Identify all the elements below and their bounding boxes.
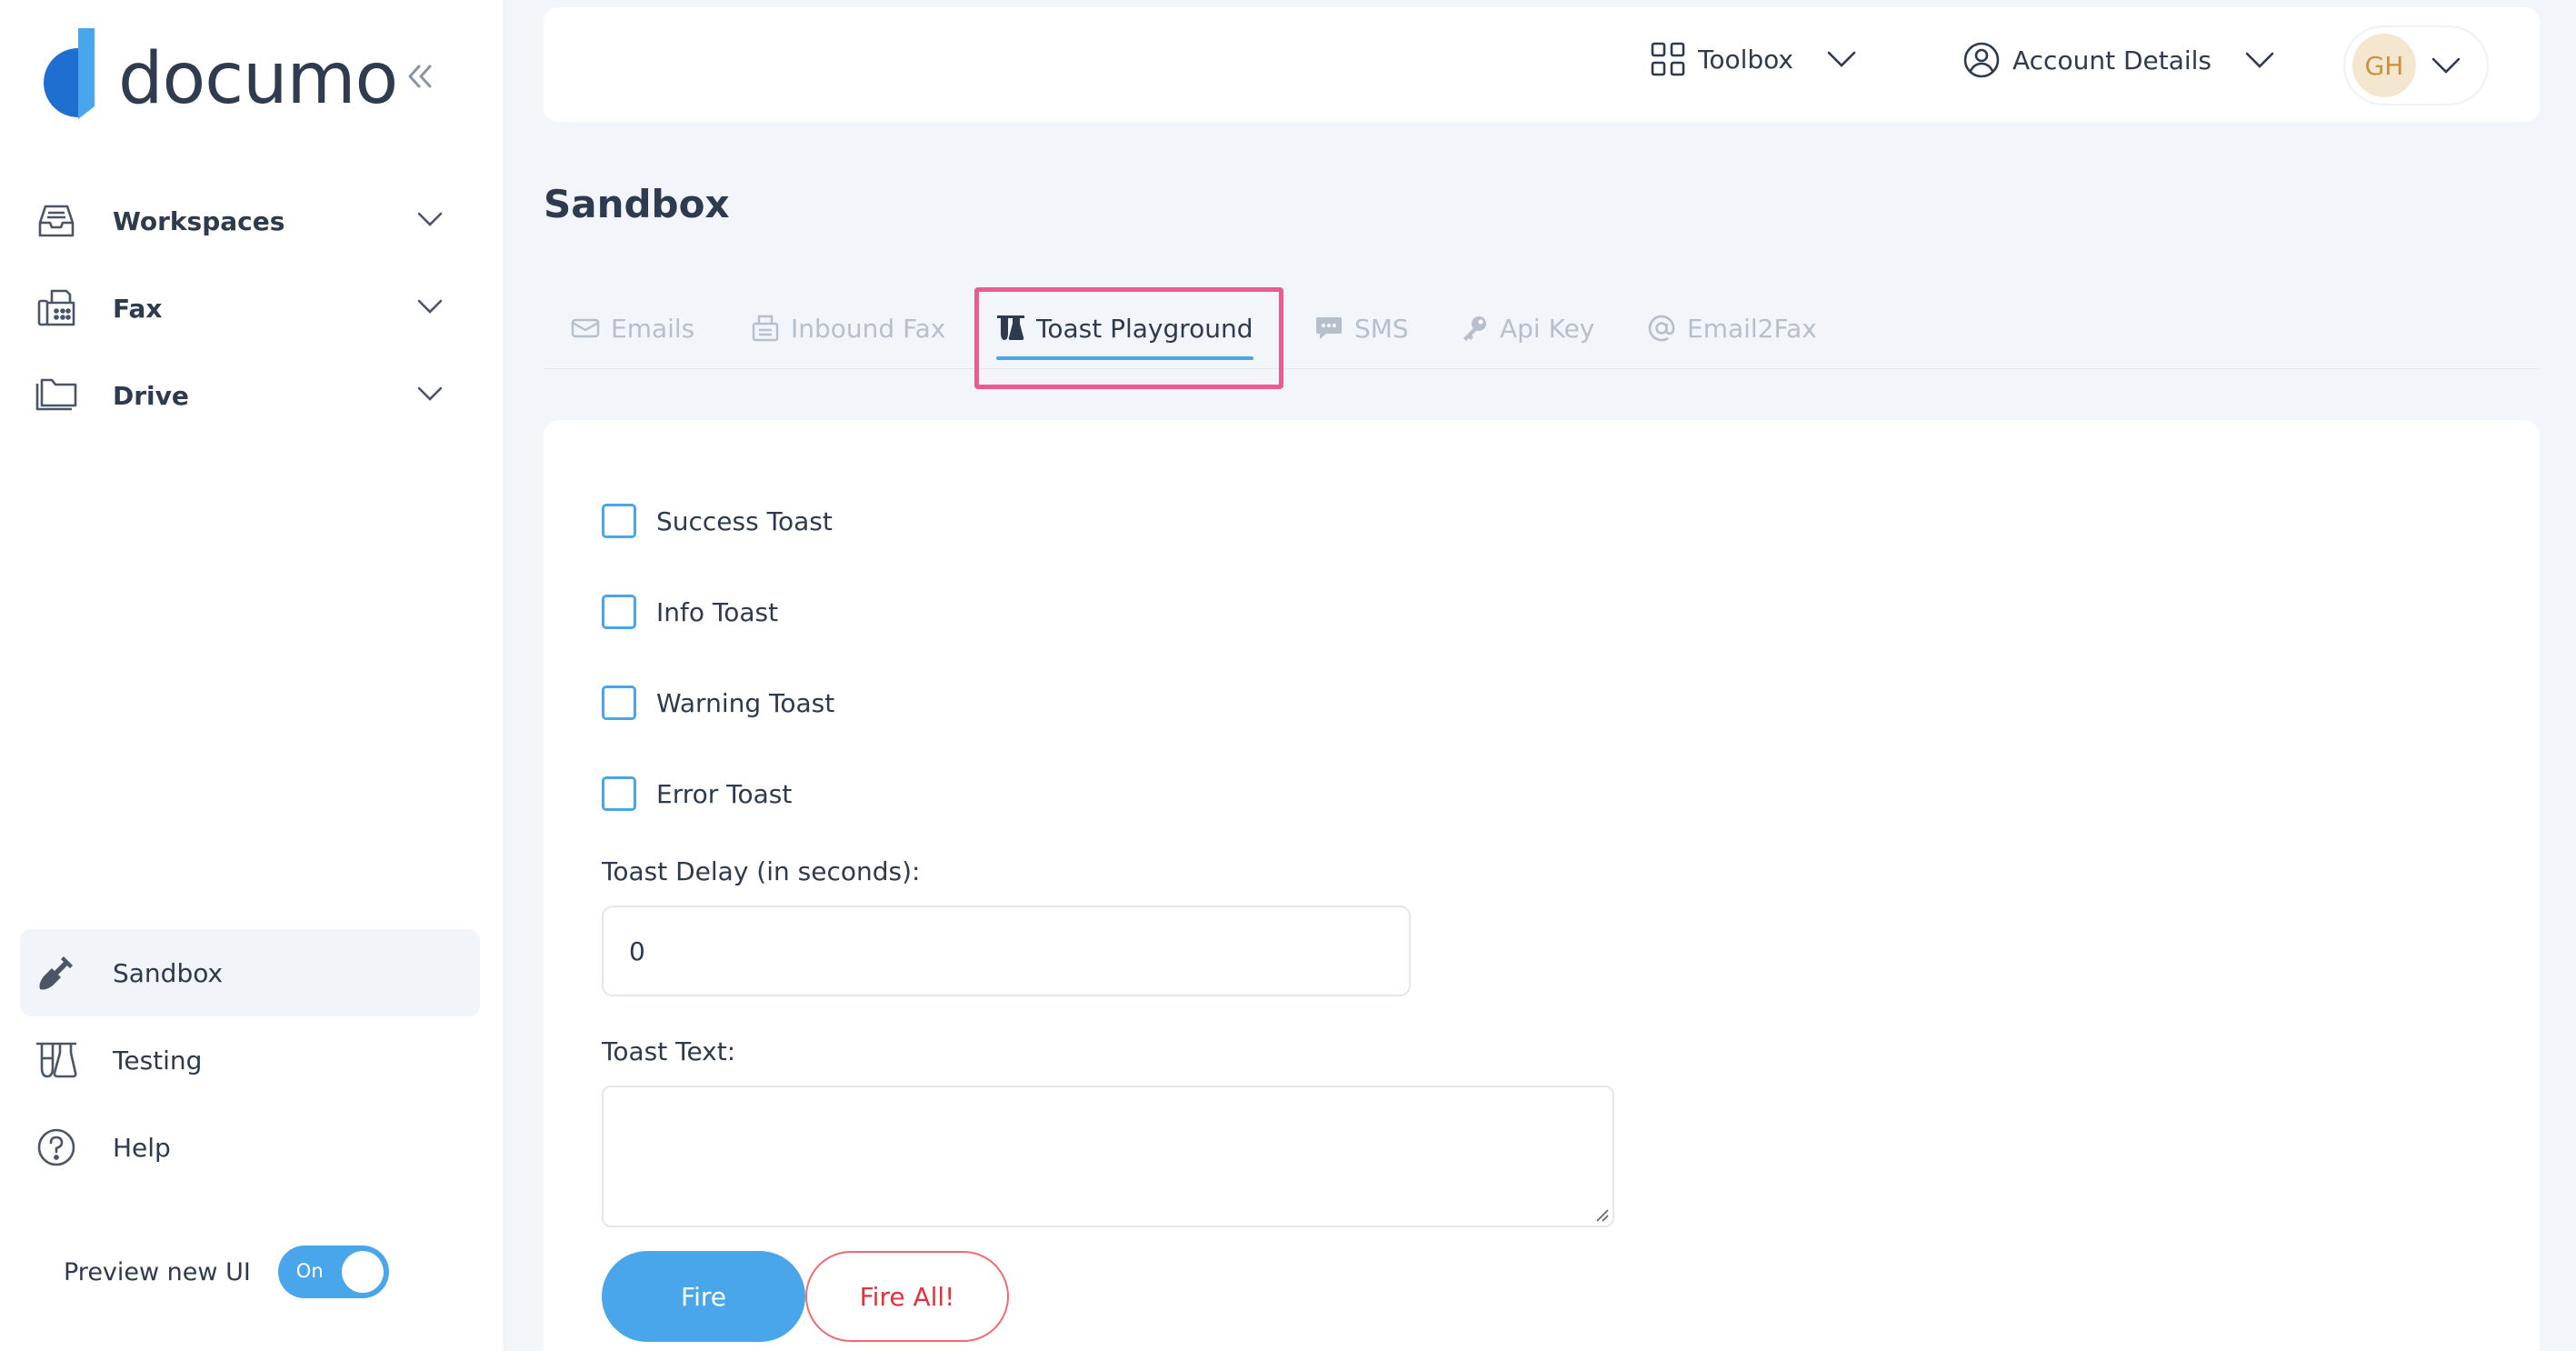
preview-new-ui: Preview new UI On bbox=[64, 1246, 389, 1298]
chevron-down-icon bbox=[417, 212, 443, 226]
active-tab-indicator bbox=[996, 356, 1253, 360]
chevron-down-icon bbox=[2245, 52, 2274, 68]
question-circle-icon bbox=[35, 1126, 78, 1169]
tab-label: Api Key bbox=[1500, 313, 1595, 344]
tab-inbound-fax[interactable]: Inbound Fax bbox=[751, 296, 945, 360]
preview-toggle[interactable]: On bbox=[277, 1246, 389, 1298]
toast-text-label: Toast Text: bbox=[602, 1036, 736, 1066]
key-icon bbox=[1460, 314, 1489, 343]
at-sign-icon bbox=[1647, 314, 1676, 343]
sidebar-item-testing[interactable]: Testing bbox=[20, 1016, 480, 1104]
checkbox[interactable] bbox=[602, 504, 636, 538]
checkbox[interactable] bbox=[602, 686, 636, 720]
collapse-sidebar-button[interactable] bbox=[400, 56, 440, 96]
brand-name: documo bbox=[118, 38, 398, 120]
chat-bubble-icon bbox=[1314, 314, 1343, 343]
checkbox[interactable] bbox=[602, 595, 636, 629]
toolbox-menu[interactable]: Toolbox bbox=[1651, 42, 1857, 76]
tab-label: Emails bbox=[611, 313, 695, 344]
sidebar-item-help[interactable]: Help bbox=[20, 1104, 480, 1191]
grid-icon bbox=[1651, 42, 1685, 76]
page-title: Sandbox bbox=[544, 182, 730, 226]
account-details-label: Account Details bbox=[2012, 45, 2212, 75]
email-icon bbox=[571, 314, 600, 343]
flask-icon bbox=[35, 1038, 78, 1082]
sidebar-item-label: Sandbox bbox=[113, 957, 224, 988]
tab-api-key[interactable]: Api Key bbox=[1460, 296, 1594, 360]
tab-label: Toast Playground bbox=[1036, 313, 1253, 344]
sidebar-item-fax[interactable]: Fax bbox=[20, 265, 480, 352]
flask-icon bbox=[996, 314, 1025, 343]
fax-machine-icon bbox=[35, 286, 78, 330]
inbox-tray-icon bbox=[35, 199, 78, 243]
sidebar-item-label: Testing bbox=[113, 1045, 203, 1076]
checkbox-label: Info Toast bbox=[656, 596, 779, 627]
checkbox[interactable] bbox=[602, 776, 636, 811]
toast-delay-input[interactable]: 0 bbox=[602, 906, 1411, 996]
sidebar-item-label: Workspaces bbox=[113, 205, 285, 236]
shovel-icon bbox=[35, 951, 78, 995]
tab-label: Email2Fax bbox=[1687, 313, 1817, 344]
topbar: Toolbox Account Details GH bbox=[544, 7, 2540, 122]
preview-label: Preview new UI bbox=[64, 1257, 251, 1286]
chevron-down-icon bbox=[2431, 57, 2461, 74]
chevron-down-icon bbox=[417, 386, 443, 401]
avatar: GH bbox=[2352, 34, 2416, 97]
toast-text-textarea[interactable] bbox=[602, 1086, 1614, 1227]
toast-playground-panel: Success Toast Info Toast Warning Toast E… bbox=[544, 420, 2540, 1351]
sidebar-item-drive[interactable]: Drive bbox=[20, 352, 480, 439]
sidebar-item-workspaces[interactable]: Workspaces bbox=[20, 177, 480, 265]
warning-toast-checkbox[interactable]: Warning Toast bbox=[602, 686, 834, 720]
checkbox-label: Warning Toast bbox=[656, 687, 835, 718]
tab-sms[interactable]: SMS bbox=[1314, 296, 1409, 360]
resize-grip-icon[interactable] bbox=[1594, 1207, 1609, 1222]
user-menu[interactable]: GH bbox=[2343, 25, 2489, 105]
toggle-knob bbox=[341, 1251, 384, 1293]
chevron-down-icon bbox=[417, 299, 443, 314]
sidebar-item-label: Help bbox=[113, 1132, 171, 1163]
documo-logo[interactable]: documo bbox=[35, 27, 398, 120]
fire-button[interactable]: Fire bbox=[602, 1251, 805, 1342]
toast-delay-label: Toast Delay (in seconds): bbox=[602, 856, 921, 886]
tab-label: SMS bbox=[1354, 313, 1409, 344]
fire-all-button[interactable]: Fire All! bbox=[805, 1251, 1009, 1342]
checkbox-label: Success Toast bbox=[656, 505, 833, 536]
toggle-text: On bbox=[295, 1260, 324, 1282]
checkbox-label: Error Toast bbox=[656, 778, 793, 809]
info-toast-checkbox[interactable]: Info Toast bbox=[602, 595, 778, 629]
sidebar-item-sandbox[interactable]: Sandbox bbox=[20, 929, 480, 1016]
app-root: documo Workspaces Fax Drive Sandbox Test… bbox=[0, 0, 2576, 1351]
chevron-down-icon bbox=[1827, 51, 1856, 67]
success-toast-checkbox[interactable]: Success Toast bbox=[602, 504, 833, 538]
sandbox-tabs: Emails Inbound Fax Toast Playground SMS bbox=[544, 296, 2540, 369]
sidebar-item-label: Drive bbox=[113, 380, 189, 411]
double-chevron-left-icon bbox=[408, 65, 432, 88]
fax-icon bbox=[751, 314, 780, 343]
tab-email2fax[interactable]: Email2Fax bbox=[1647, 296, 1817, 360]
sidebar-item-label: Fax bbox=[113, 293, 163, 324]
sidebar: documo Workspaces Fax Drive Sandbox Test… bbox=[0, 0, 504, 1351]
tab-emails[interactable]: Emails bbox=[571, 296, 694, 360]
toolbox-label: Toolbox bbox=[1698, 44, 1793, 75]
folder-icon bbox=[35, 374, 78, 417]
account-details-menu[interactable]: Account Details bbox=[1963, 42, 2275, 78]
documo-logo-mark-icon bbox=[44, 28, 95, 119]
error-toast-checkbox[interactable]: Error Toast bbox=[602, 776, 792, 811]
tab-toast-playground[interactable]: Toast Playground bbox=[996, 296, 1253, 360]
tab-label: Inbound Fax bbox=[791, 313, 946, 344]
user-circle-icon bbox=[1963, 42, 2000, 78]
